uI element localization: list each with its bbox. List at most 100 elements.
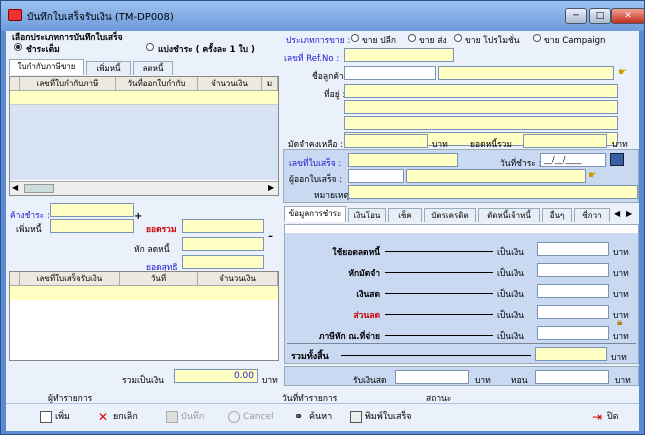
- partial-payment-radio[interactable]: [146, 43, 154, 51]
- save-button[interactable]: บันทึก: [166, 408, 204, 426]
- maximize-button[interactable]: □: [589, 8, 611, 24]
- cash-received-field[interactable]: [395, 370, 469, 384]
- print-button[interactable]: พิมพ์ใบเสร็จ: [350, 408, 412, 426]
- grand-total-field[interactable]: [535, 347, 607, 361]
- payment-row-field[interactable]: [537, 326, 609, 340]
- issuer-name-field[interactable]: [406, 169, 586, 183]
- grand-total-baht: บาท: [611, 353, 627, 363]
- tab-other[interactable]: อื่นๆ: [542, 208, 572, 222]
- payment-row-line: [385, 251, 493, 252]
- invoice-grid[interactable]: เลขที่ใบกำกับภาษี วันที่ออกใบกำกับ จำนวน…: [9, 76, 279, 196]
- customer-code-field[interactable]: [344, 66, 436, 80]
- table-row[interactable]: [10, 286, 278, 300]
- due-field[interactable]: [50, 203, 134, 217]
- sum-field[interactable]: 0.00: [174, 369, 258, 383]
- payment-row: หักมัดจำ เป็นเงิน บาท: [285, 262, 638, 280]
- tab-more[interactable]: ซี่กวา: [574, 208, 610, 222]
- payment-row-field[interactable]: [537, 284, 609, 298]
- scroll-left-icon[interactable]: ◀: [12, 183, 18, 192]
- full-payment-radio[interactable]: [14, 43, 22, 51]
- title-bar: บันทึกใบเสร็จรับเงิน (TM-DP008) ─ □ ✕: [1, 1, 645, 31]
- grid-corner: [10, 77, 20, 91]
- credit-deduct-field[interactable]: [182, 237, 264, 251]
- tab-credit-card[interactable]: บัตรเครดิต: [424, 208, 476, 222]
- col-receipt-no[interactable]: เลขที่ใบเสร็จรับเงิน: [20, 272, 120, 286]
- col-invoice-date[interactable]: วันที่ออกใบกำกับ: [116, 77, 198, 91]
- payment-row: เงินสด เป็นเงิน บาท: [285, 283, 638, 301]
- radio-promotion[interactable]: [454, 34, 462, 42]
- payment-row-field[interactable]: [537, 263, 609, 277]
- add-debt-field[interactable]: [50, 219, 134, 233]
- payment-row-field[interactable]: [537, 305, 609, 319]
- search-button[interactable]: ⚭ ค้นหา: [294, 408, 332, 426]
- address-line-3[interactable]: [344, 116, 618, 130]
- lock-icon[interactable]: 🔒︎: [617, 317, 622, 328]
- scroll-right-icon[interactable]: ▶: [268, 183, 274, 192]
- issuer-code-field[interactable]: [348, 169, 404, 183]
- payment-info-panel: ใช้ยอดลดหนี้ เป็นเงิน บาท หักมัดจำ เป็นเ…: [284, 224, 639, 364]
- pay-date-label: วันที่ชำระ :: [500, 159, 542, 169]
- tab-scroll-right-icon[interactable]: ▶: [626, 209, 632, 218]
- app-icon: [8, 9, 22, 21]
- col-m[interactable]: ม: [262, 77, 278, 91]
- receipt-no-field[interactable]: [348, 153, 458, 167]
- address-line-1[interactable]: [344, 84, 618, 98]
- panel-top-strip: [285, 225, 638, 233]
- cash-received-label: รับเงินสด: [353, 376, 387, 386]
- save-label: บันทึก: [181, 412, 205, 422]
- horizontal-scrollbar[interactable]: ◀ ▶: [10, 181, 278, 195]
- grid-corner: [10, 272, 20, 286]
- tab-creditor-offset[interactable]: ตัดหนี้เจ้าหนี้: [478, 208, 540, 222]
- radio-wholesale[interactable]: [408, 34, 416, 42]
- payment-row: ใช้ยอดลดหนี้ เป็นเงิน บาท: [285, 241, 638, 259]
- tab-scroll-left-icon[interactable]: ◀: [614, 209, 620, 218]
- print-label: พิมพ์ใบเสร็จ: [365, 412, 412, 422]
- close-button[interactable]: ✕: [611, 8, 645, 24]
- tab-transfer[interactable]: เงินโอน: [348, 208, 386, 222]
- payment-row-field[interactable]: [537, 242, 609, 256]
- payment-row-as: เป็นเงิน: [497, 248, 524, 258]
- net-field[interactable]: [182, 255, 264, 269]
- note-field[interactable]: [348, 185, 638, 199]
- payment-row-line: [385, 335, 493, 336]
- customer-lookup-icon[interactable]: ☛: [618, 67, 632, 79]
- receipt-panel: เลขที่ใบเสร็จ : วันที่ชำระ : __/__/____ …: [283, 149, 639, 203]
- total-field[interactable]: [182, 219, 264, 233]
- col-receipt-date[interactable]: วันที่: [120, 272, 198, 286]
- close-form-button[interactable]: ⇥ ปิด: [592, 408, 619, 426]
- col-amount[interactable]: จำนวนเงิน: [198, 77, 262, 91]
- cash-panel: รับเงินสด บาท ทอน บาท: [284, 366, 639, 386]
- deposit-field[interactable]: [344, 134, 428, 148]
- col-receipt-amount[interactable]: จำนวนเงิน: [198, 272, 278, 286]
- calendar-icon[interactable]: [610, 153, 624, 166]
- tab-payment-info[interactable]: ข้อมูลการชำระ: [284, 206, 346, 222]
- payment-row-label: ภาษีหัก ณ.ที่จ่าย: [318, 332, 380, 342]
- customer-name-field[interactable]: [438, 66, 614, 80]
- total-debt-field[interactable]: [523, 134, 607, 148]
- col-invoice-no[interactable]: เลขที่ใบกำกับภาษี: [20, 77, 116, 91]
- issuer-lookup-icon[interactable]: ☛: [588, 170, 597, 181]
- payment-row-baht: บาท: [613, 269, 629, 279]
- printer-icon: [350, 410, 362, 423]
- payment-row-line: [385, 293, 493, 294]
- pay-date-field[interactable]: __/__/____: [540, 153, 606, 167]
- tab-debit-note[interactable]: เพิ่มหนี้: [86, 61, 131, 75]
- scroll-thumb[interactable]: [24, 184, 54, 193]
- radio-retail[interactable]: [351, 34, 359, 42]
- tab-tax-invoice[interactable]: ใบกำกับภาษีขาย: [9, 59, 84, 75]
- change-field[interactable]: [535, 370, 609, 384]
- address-line-2[interactable]: [344, 100, 618, 114]
- radio-campaign[interactable]: [533, 34, 541, 42]
- tab-cheque[interactable]: เช็ค: [388, 208, 422, 222]
- ref-no-field[interactable]: [344, 48, 454, 62]
- table-row[interactable]: [10, 91, 278, 105]
- cancel-button[interactable]: Cancel: [228, 408, 274, 426]
- tab-credit-note[interactable]: ลดหนี้: [133, 61, 173, 75]
- cancel-edit-button[interactable]: ✕ ยกเลิก: [98, 408, 138, 426]
- credit-deduct-label: หัก ลดหนี้: [134, 245, 170, 255]
- minimize-button[interactable]: ─: [565, 8, 587, 24]
- add-button[interactable]: เพิ่ม: [40, 408, 70, 426]
- grand-total-row: รวมทั้งสิ้น บาท: [287, 343, 636, 363]
- receipt-grid[interactable]: เลขที่ใบเสร็จรับเงิน วันที่ จำนวนเงิน: [9, 271, 279, 361]
- cancel-icon: [228, 410, 240, 423]
